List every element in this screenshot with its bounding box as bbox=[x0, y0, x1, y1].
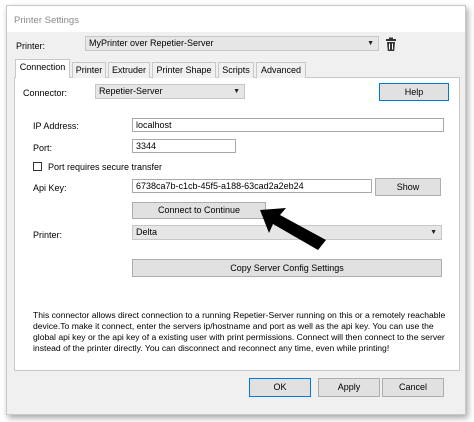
api-key-label: Api Key: bbox=[33, 183, 67, 193]
port-input[interactable]: 3344 bbox=[132, 139, 236, 153]
chevron-down-icon: ▼ bbox=[367, 40, 374, 47]
server-printer-label: Printer: bbox=[33, 230, 63, 240]
connect-button[interactable]: Connect to Continue bbox=[132, 202, 266, 219]
server-printer-select-value: Delta bbox=[136, 227, 158, 237]
connector-select[interactable]: Repetier-Server ▼ bbox=[95, 84, 245, 99]
trash-icon[interactable] bbox=[384, 37, 398, 52]
help-button[interactable]: Help bbox=[379, 83, 449, 101]
tab-extruder[interactable]: Extruder bbox=[108, 62, 150, 78]
copy-server-config-button[interactable]: Copy Server Config Settings bbox=[132, 259, 442, 277]
connector-select-value: Repetier-Server bbox=[99, 86, 163, 96]
secure-transfer-label: Port requires secure transfer bbox=[48, 162, 163, 172]
window-title: Printer Settings bbox=[14, 15, 79, 26]
show-api-key-button[interactable]: Show bbox=[375, 178, 441, 196]
secure-transfer-checkbox[interactable] bbox=[33, 162, 42, 171]
connector-description: This connector allows direct connection … bbox=[33, 310, 446, 353]
tab-scripts[interactable]: Scripts bbox=[218, 62, 254, 78]
printer-label: Printer: bbox=[16, 41, 46, 51]
printer-settings-dialog: Printer Settings Printer: MyPrinter over… bbox=[6, 5, 466, 415]
port-label: Port: bbox=[33, 143, 53, 153]
apply-button[interactable]: Apply bbox=[318, 378, 380, 397]
printer-select-value: MyPrinter over Repetier-Server bbox=[89, 38, 214, 48]
tab-connection[interactable]: Connection bbox=[15, 59, 70, 79]
printer-select[interactable]: MyPrinter over Repetier-Server ▼ bbox=[85, 36, 379, 51]
connector-label: Connector: bbox=[23, 88, 68, 98]
annotation-arrow-icon bbox=[260, 208, 326, 250]
tab-printer[interactable]: Printer bbox=[72, 62, 106, 78]
cancel-button[interactable]: Cancel bbox=[382, 378, 444, 397]
ip-address-input[interactable]: localhost bbox=[132, 118, 444, 132]
chevron-down-icon: ▼ bbox=[233, 88, 240, 95]
tab-printer-shape[interactable]: Printer Shape bbox=[152, 62, 216, 78]
ok-button[interactable]: OK bbox=[249, 378, 311, 397]
ip-address-label: IP Address: bbox=[33, 121, 79, 131]
tab-advanced[interactable]: Advanced bbox=[256, 62, 306, 78]
api-key-input[interactable]: 6738ca7b-c1cb-45f5-a188-63cad2a2eb24 bbox=[132, 179, 372, 193]
title-bar: Printer Settings bbox=[7, 6, 465, 32]
chevron-down-icon: ▼ bbox=[430, 229, 437, 236]
